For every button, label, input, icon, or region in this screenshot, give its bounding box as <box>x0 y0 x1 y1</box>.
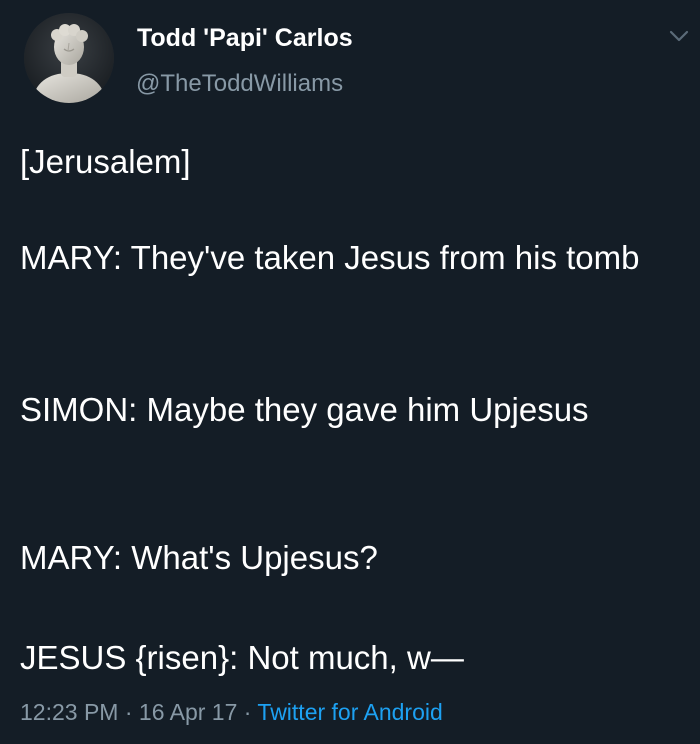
tweet-metadata: 12:23 PM · 16 Apr 17 · Twitter for Andro… <box>20 696 443 728</box>
tweet-card: Todd 'Papi' Carlos @TheToddWilliams [Jer… <box>0 0 700 744</box>
separator-dot: · <box>124 699 133 725</box>
statue-bust-icon <box>24 13 114 103</box>
separator-dot: · <box>243 699 252 725</box>
author-handle[interactable]: @TheToddWilliams <box>136 68 343 100</box>
tweet-line-mary: MARY: They've taken Jesus from his tomb <box>20 239 640 276</box>
tweet-date[interactable]: 16 Apr 17 <box>139 699 237 725</box>
chevron-down-icon[interactable] <box>668 26 690 46</box>
tweet-line-location: [Jerusalem] <box>20 143 191 180</box>
tweet-time[interactable]: 12:23 PM <box>20 699 118 725</box>
tweet-source-link[interactable]: Twitter for Android <box>257 699 442 725</box>
tweet-line-mary-question: MARY: What's Upjesus? <box>20 539 378 576</box>
avatar[interactable] <box>24 13 114 103</box>
tweet-line-jesus: JESUS {risen}: Not much, w— <box>20 639 464 676</box>
tweet-line-simon: SIMON: Maybe they gave him Upjesus <box>20 391 589 428</box>
author-display-name[interactable]: Todd 'Papi' Carlos <box>137 22 353 54</box>
